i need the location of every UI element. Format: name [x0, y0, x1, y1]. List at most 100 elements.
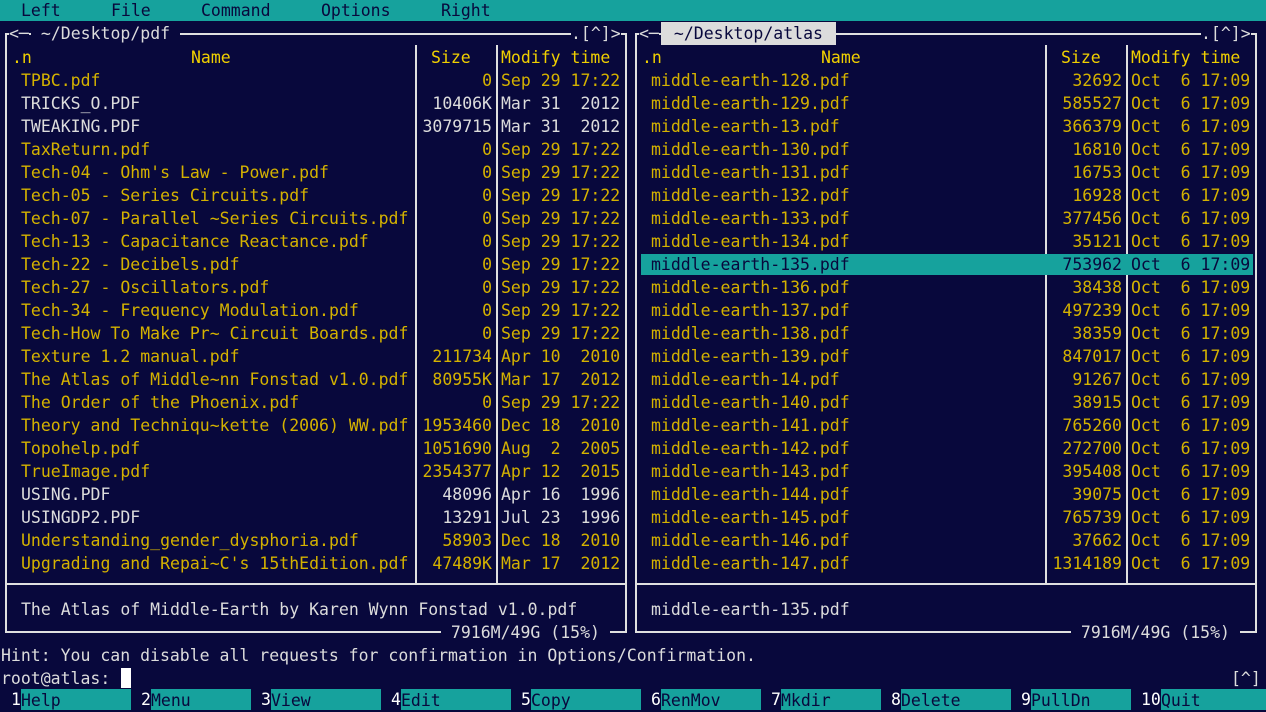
menu-command[interactable]: Command	[201, 0, 271, 22]
file-name: USINGDP2.PDF	[21, 508, 141, 527]
file-name: Tech-34 - Frequency Modulation.pdf	[21, 301, 359, 320]
file-size: 272700	[1062, 439, 1122, 458]
fkey-edit-button[interactable]: Edit	[401, 689, 511, 710]
file-date: Oct 6 17:09	[1131, 554, 1251, 573]
file-date: Oct 6 17:09	[1131, 347, 1251, 366]
file-name: middle-earth-135.pdf	[651, 255, 850, 274]
file-size: 0	[482, 186, 492, 205]
file-size: 47489K	[432, 554, 492, 573]
file-date: Oct 6 17:09	[1131, 462, 1251, 481]
file-size: 80955K	[432, 370, 492, 389]
file-date: Oct 6 17:09	[1131, 163, 1251, 182]
file-name: Theory and Techniqu~kette (2006) WW.pdf	[21, 416, 409, 435]
file-size: 0	[482, 393, 492, 412]
file-size: 0	[482, 232, 492, 251]
file-date: Aug 2 2005	[501, 439, 621, 458]
file-size: 16928	[1072, 186, 1122, 205]
file-name: Tech-07 - Parallel ~Series Circuits.pdf	[21, 209, 409, 228]
file-name: TrueImage.pdf	[21, 462, 151, 481]
left-panel-disk-usage: 7916M/49G (15%)	[441, 621, 610, 644]
file-date: Oct 6 17:09	[1131, 255, 1251, 274]
right-col-name-header[interactable]: Name	[821, 46, 861, 69]
file-size: 10406K	[432, 94, 492, 113]
fkey-delete-button[interactable]: Delete	[901, 689, 1011, 710]
file-size: 377456	[1062, 209, 1122, 228]
file-size: 1314189	[1052, 554, 1122, 573]
file-name: TPBC.pdf	[21, 71, 101, 90]
left-sort-indicator[interactable]: .n	[12, 46, 32, 69]
left-panel-path: ~/Desktop/pdf	[31, 22, 181, 45]
file-name: middle-earth-141.pdf	[651, 416, 850, 435]
left-col-time-header[interactable]: Modify time	[501, 46, 610, 69]
file-size: 0	[482, 301, 492, 320]
right-panel-path: ~/Desktop/atlas	[661, 22, 836, 45]
file-size: 1051690	[422, 439, 492, 458]
file-date: Sep 29 17:22	[501, 255, 621, 274]
fkey-quit-button[interactable]: Quit	[1161, 689, 1266, 710]
file-size: 39075	[1072, 485, 1122, 504]
file-date: Oct 6 17:09	[1131, 186, 1251, 205]
file-date: Oct 6 17:09	[1131, 278, 1251, 297]
prompt-history-marker[interactable]: [^]	[1231, 667, 1261, 690]
file-name: The Atlas of Middle~nn Fonstad v1.0.pdf	[21, 370, 409, 389]
file-name: Tech-05 - Series Circuits.pdf	[21, 186, 310, 205]
fkey-2-number: 2	[141, 690, 151, 709]
file-date: Oct 6 17:09	[1131, 508, 1251, 527]
file-date: Oct 6 17:09	[1131, 94, 1251, 113]
file-date: Oct 6 17:09	[1131, 393, 1251, 412]
right-panel-status: middle-earth-135.pdf	[651, 600, 850, 619]
file-name: Topohelp.pdf	[21, 439, 141, 458]
right-panel-left-marker[interactable]: <─	[639, 22, 659, 45]
fkey-copy-button[interactable]: Copy	[531, 689, 641, 710]
fkey-menu-button[interactable]: Menu	[151, 689, 251, 710]
fkey-renmov-button[interactable]: RenMov	[661, 689, 761, 710]
left-col-size-header[interactable]: Size	[431, 46, 471, 69]
fkey-mkdir-button[interactable]: Mkdir	[781, 689, 881, 710]
fkey-help-button[interactable]: Help	[21, 689, 131, 710]
command-input[interactable]	[121, 668, 131, 688]
file-size: 0	[482, 324, 492, 343]
file-date: Apr 12 2015	[501, 462, 621, 481]
fkey-view-button[interactable]: View	[271, 689, 381, 710]
file-name: The Order of the Phoenix.pdf	[21, 393, 300, 412]
menu-bar: Left File Command Options Right	[0, 0, 1266, 21]
file-size: 0	[482, 209, 492, 228]
file-date: Mar 17 2012	[501, 370, 621, 389]
right-col-size-header[interactable]: Size	[1061, 46, 1101, 69]
left-col-name-header[interactable]: Name	[191, 46, 231, 69]
fkey-1-number: 1	[11, 690, 21, 709]
right-sort-indicator[interactable]: .n	[642, 46, 662, 69]
file-size: 3079715	[422, 117, 492, 136]
fkey-pulldn-button[interactable]: PullDn	[1031, 689, 1131, 710]
right-col-time-header[interactable]: Modify time	[1131, 46, 1240, 69]
file-date: Sep 29 17:22	[501, 209, 621, 228]
file-size: 765260	[1062, 416, 1122, 435]
left-panel-left-marker[interactable]: <─	[9, 22, 29, 45]
menu-left[interactable]: Left	[21, 0, 61, 22]
file-name: middle-earth-128.pdf	[651, 71, 850, 90]
left-panel-right-marker[interactable]: .[^]>	[571, 22, 621, 45]
file-size: 765739	[1062, 508, 1122, 527]
file-size: 16753	[1072, 163, 1122, 182]
fkey-6-number: 6	[651, 690, 661, 709]
menu-options[interactable]: Options	[321, 0, 391, 22]
file-name: middle-earth-133.pdf	[651, 209, 850, 228]
fkey-5-number: 5	[521, 690, 531, 709]
right-panel-right-marker[interactable]: .[^]>	[1201, 22, 1251, 45]
left-panel-col-divider-2	[496, 45, 498, 583]
file-size: 38438	[1072, 278, 1122, 297]
menu-file[interactable]: File	[111, 0, 151, 22]
file-date: Sep 29 17:22	[501, 140, 621, 159]
file-date: Oct 6 17:09	[1131, 370, 1251, 389]
file-name: Upgrading and Repai~C's 15thEdition.pdf	[21, 554, 409, 573]
file-size: 0	[482, 71, 492, 90]
file-name: middle-earth-146.pdf	[651, 531, 850, 550]
menu-right[interactable]: Right	[441, 0, 491, 22]
file-name: middle-earth-131.pdf	[651, 163, 850, 182]
file-name: middle-earth-140.pdf	[651, 393, 850, 412]
file-date: Mar 17 2012	[501, 554, 621, 573]
file-name: TRICKS_O.PDF	[21, 94, 141, 113]
file-size: 38359	[1072, 324, 1122, 343]
file-size: 0	[482, 255, 492, 274]
file-size: 211734	[432, 347, 492, 366]
